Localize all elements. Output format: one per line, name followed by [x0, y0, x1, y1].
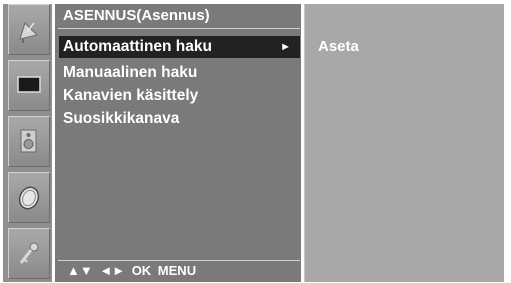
submenu-item-set[interactable]: Aseta: [318, 38, 359, 55]
menu-item-channel-edit[interactable]: Kanavien käsittely: [59, 85, 300, 107]
setup-menu-panel: ASENNUS(Asennus) Automaattinen haku ► Ma…: [55, 4, 301, 282]
screen-icon: [17, 76, 41, 93]
menu-item-label: Manuaalinen haku: [63, 64, 198, 81]
key-icon: [19, 242, 39, 264]
menu-icon-column: [3, 4, 52, 282]
menu-item-label: Automaattinen haku: [63, 38, 212, 55]
title-divider: [58, 28, 300, 29]
satellite-dish-icon: [19, 22, 38, 43]
setup-menu-tab[interactable]: [8, 4, 50, 55]
menu-item-label: Suosikkikanava: [63, 110, 180, 127]
submenu-panel: Aseta: [304, 4, 504, 282]
hint-divider: [58, 260, 300, 261]
submenu-arrow-icon: ►: [280, 41, 291, 53]
osd-menu: ASENNUS(Asennus) Automaattinen haku ► Ma…: [3, 4, 504, 282]
time-menu-tab[interactable]: [8, 172, 50, 223]
menu-item-manual-search[interactable]: Manuaalinen haku: [59, 62, 300, 84]
menu-item-favourite-channel[interactable]: Suosikkikanava: [59, 108, 300, 130]
lock-menu-tab[interactable]: [8, 228, 50, 279]
speaker-icon: [20, 129, 37, 153]
audio-menu-tab[interactable]: [8, 116, 50, 167]
menu-title: ASENNUS(Asennus): [63, 7, 210, 24]
navigation-hints: ▲▼ ◄► OK MENU: [67, 263, 197, 278]
menu-item-label: Kanavien käsittely: [63, 87, 199, 104]
picture-menu-tab[interactable]: [8, 60, 50, 111]
menu-item-auto-search[interactable]: Automaattinen haku ►: [59, 36, 300, 58]
clock-icon: [18, 186, 40, 210]
